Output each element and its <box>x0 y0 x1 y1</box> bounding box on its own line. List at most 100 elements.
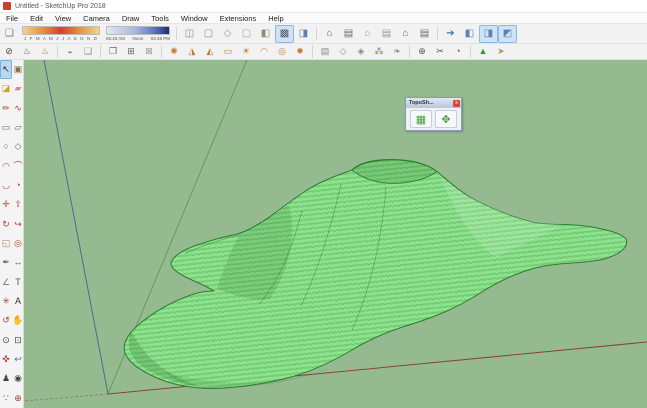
arc-tool[interactable]: ◡ <box>0 176 12 195</box>
back-edges-style-icon[interactable]: ▢ <box>199 25 218 43</box>
line-tool[interactable]: ✏ <box>0 99 12 118</box>
separator <box>316 27 317 40</box>
circle-tool[interactable]: ○ <box>0 137 12 156</box>
3d-text-tool[interactable]: A <box>12 292 24 311</box>
spot-light-icon[interactable]: ◮ <box>183 44 201 59</box>
omni-light-icon[interactable]: ✺ <box>165 44 183 59</box>
shadow-date-bar[interactable] <box>22 26 100 35</box>
offset-tool[interactable]: ◎ <box>12 234 24 253</box>
freehand-tool[interactable]: ∿ <box>12 99 24 118</box>
two-point-arc-tool[interactable]: ◠ <box>0 157 12 176</box>
rotated-rectangle-tool[interactable]: ▱ <box>12 118 24 137</box>
rectangle-tool[interactable]: ▭ <box>0 118 12 137</box>
back-view-icon[interactable]: ⌂ <box>396 25 415 43</box>
sun-light-icon[interactable]: ✹ <box>291 44 309 59</box>
menu-draw[interactable]: Draw <box>116 13 146 24</box>
section-plane-tool[interactable]: ⊕ <box>12 389 24 408</box>
right-view-icon[interactable]: ▤ <box>377 25 396 43</box>
close-icon[interactable]: x <box>453 99 460 107</box>
fur-grass-icon[interactable]: ⁂ <box>370 44 388 59</box>
follow-me-tool[interactable]: ↪ <box>12 215 24 234</box>
front-view-icon[interactable]: ⌂ <box>358 25 377 43</box>
menu-extensions[interactable]: Extensions <box>214 13 263 24</box>
solid-cube-icon-3[interactable]: ◩ <box>498 24 517 43</box>
paint-bucket-tool[interactable]: ◪ <box>0 79 12 98</box>
dimension-tool[interactable]: ↔ <box>12 253 24 272</box>
axes-tool[interactable]: ✳ <box>0 292 12 311</box>
proxy-cube-icon[interactable]: ◇ <box>334 44 352 59</box>
render-teapot-icon[interactable]: ♨ <box>18 44 36 59</box>
rectangle-light-icon[interactable]: ▭ <box>219 44 237 59</box>
topo-from-contours-icon[interactable]: ▦ <box>410 110 432 128</box>
shaded-textures-style-icon[interactable]: ▩ <box>275 24 294 43</box>
solid-cube-icon-1[interactable]: ◧ <box>460 25 479 43</box>
iso-view-icon[interactable]: ⌂ <box>320 25 339 43</box>
make-component-tool[interactable]: ▣ <box>12 60 24 79</box>
position-camera-tool[interactable]: ♟ <box>0 369 12 388</box>
menu-help[interactable]: Help <box>262 13 289 24</box>
zoom-tool[interactable]: ⊙ <box>0 331 12 350</box>
menu-edit[interactable]: Edit <box>24 13 49 24</box>
viewport-canvas[interactable] <box>24 60 647 408</box>
pie-tool[interactable]: ◔ <box>12 176 24 195</box>
shaded-style-icon[interactable]: ◧ <box>256 25 275 43</box>
batch-render-icon[interactable]: ❏ <box>79 44 97 59</box>
topo-edit-mesh-icon[interactable]: ✥ <box>435 110 457 128</box>
zoom-window-tool[interactable]: ⊡ <box>12 331 24 350</box>
shadows-toggle-icon[interactable]: ❏ <box>0 25 19 43</box>
compass-tool-icon[interactable]: ◔ <box>449 44 467 59</box>
mesh-light-icon[interactable]: ◎ <box>273 44 291 59</box>
left-view-icon[interactable]: ▤ <box>415 25 434 43</box>
scale-tool[interactable]: ◱ <box>0 234 12 253</box>
render-window-icon[interactable]: ❐ <box>104 44 122 59</box>
move-tool[interactable]: ✛ <box>0 195 12 214</box>
options-window-icon[interactable]: ⊞ <box>122 44 140 59</box>
leaf-icon[interactable]: ❧ <box>388 44 406 59</box>
menu-camera[interactable]: Camera <box>77 13 116 24</box>
terrain-gradient-icon[interactable]: ▲ <box>474 44 492 59</box>
orbit-tool[interactable]: ↺ <box>0 311 12 330</box>
three-point-arc-tool[interactable]: ⌒ <box>12 157 24 176</box>
menu-view[interactable]: View <box>49 13 77 24</box>
push-pull-tool[interactable]: ⇧ <box>12 195 24 214</box>
toposhaper-title-bar[interactable]: TopoSh... x <box>406 98 461 108</box>
walk-tool[interactable]: ∵ <box>0 389 12 408</box>
ies-light-icon[interactable]: ◭ <box>201 44 219 59</box>
monochrome-style-icon[interactable]: ◨ <box>294 25 313 43</box>
polygon-tool[interactable]: ◇ <box>12 137 24 156</box>
proxy-table-icon[interactable]: ▤ <box>316 44 334 59</box>
menu-tools[interactable]: Tools <box>145 13 175 24</box>
proxy-export-icon[interactable]: ◈ <box>352 44 370 59</box>
eraser-tool[interactable]: ▰ <box>12 79 24 98</box>
protractor-tool[interactable]: ∠ <box>0 273 12 292</box>
dome-light-icon[interactable]: ◠ <box>255 44 273 59</box>
material-teapot-icon[interactable]: ♨ <box>36 44 54 59</box>
clip-tool-icon[interactable]: ✂ <box>431 44 449 59</box>
xray-style-icon[interactable]: ◫ <box>180 25 199 43</box>
pointer-tool-icon[interactable]: ➤ <box>492 44 510 59</box>
pan-tool[interactable]: ✋ <box>12 311 24 330</box>
sphere-light-icon[interactable]: ☀ <box>237 44 255 59</box>
toposhaper-toolbar[interactable]: TopoSh... x ▦ ✥ <box>405 97 462 131</box>
shadow-date-slider[interactable]: J F M A M J J A S O N D <box>22 26 100 41</box>
solid-cube-icon-2[interactable]: ◨ <box>479 24 498 43</box>
zoom-extents-tool[interactable]: ✜ <box>0 350 12 369</box>
no-entry-icon[interactable]: ⊘ <box>0 44 18 59</box>
hidden-line-style-icon[interactable]: ▢ <box>237 25 256 43</box>
top-view-icon[interactable]: ▤ <box>339 25 358 43</box>
select-tool[interactable]: ↖ <box>0 60 12 80</box>
sphere-axes-icon[interactable]: ⊕ <box>413 44 431 59</box>
sunset-preview-icon[interactable]: ◒ <box>61 44 79 59</box>
wireframe-style-icon[interactable]: ◇ <box>218 25 237 43</box>
menu-file[interactable]: File <box>0 13 24 24</box>
lock-icon[interactable]: ⊠ <box>140 44 158 59</box>
rotate-tool[interactable]: ↻ <box>0 215 12 234</box>
previous-view-tool[interactable]: ↩ <box>12 350 24 369</box>
shadow-time-slider[interactable]: 06:43 AM Noon 04:45 PM <box>106 26 170 41</box>
shadow-time-bar[interactable] <box>106 26 170 35</box>
menu-window[interactable]: Window <box>175 13 214 24</box>
look-around-tool[interactable]: ◉ <box>12 369 24 388</box>
tape-measure-tool[interactable]: ✒ <box>0 253 12 272</box>
export-arrow-icon[interactable]: ➔ <box>441 25 460 43</box>
text-tool[interactable]: T <box>12 273 24 292</box>
